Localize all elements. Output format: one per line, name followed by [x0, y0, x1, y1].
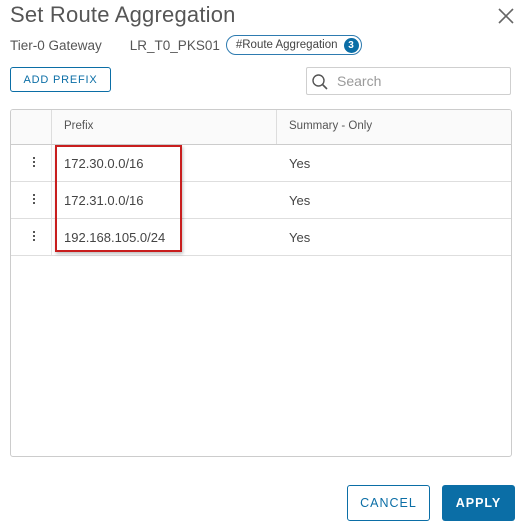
tag-label: #Route Aggregation: [235, 39, 338, 51]
table-row[interactable]: 172.31.0.0/16 Yes: [11, 182, 511, 219]
table-header: Prefix Summary - Only: [11, 110, 511, 145]
close-icon[interactable]: [494, 4, 518, 28]
header-divider: [51, 110, 52, 144]
gateway-meta: Tier-0 Gateway LR_T0_PKS01 #Route Aggreg…: [10, 35, 362, 55]
prefix-cell: 192.168.105.0/24: [64, 230, 166, 245]
route-aggregation-tag[interactable]: #Route Aggregation 3: [225, 35, 362, 55]
gateway-name: LR_T0_PKS01: [129, 37, 220, 53]
column-header-prefix[interactable]: Prefix: [64, 120, 93, 132]
header-divider: [276, 110, 277, 144]
column-header-summary-only[interactable]: Summary - Only: [289, 120, 372, 132]
table-row[interactable]: 172.30.0.0/16 Yes: [11, 145, 511, 182]
summary-only-cell: Yes: [289, 156, 311, 171]
prefix-table: Prefix Summary - Only 172.30.0.0/16 Yes …: [10, 109, 512, 457]
summary-only-cell: Yes: [289, 230, 311, 245]
summary-only-cell: Yes: [289, 193, 311, 208]
vertical-ellipsis-icon[interactable]: [31, 192, 37, 208]
search-icon: [311, 72, 329, 90]
vertical-ellipsis-icon[interactable]: [31, 155, 37, 171]
vertical-ellipsis-icon[interactable]: [31, 229, 37, 245]
apply-button[interactable]: APPLY: [442, 485, 515, 521]
row-divider: [51, 219, 52, 255]
prefix-cell: 172.30.0.0/16: [64, 156, 144, 171]
row-divider: [51, 145, 52, 181]
row-divider: [51, 182, 52, 218]
gateway-label: Tier-0 Gateway: [10, 37, 102, 53]
add-prefix-button[interactable]: ADD PREFIX: [10, 67, 111, 92]
dialog-title: Set Route Aggregation: [10, 2, 236, 27]
prefix-cell: 172.31.0.0/16: [64, 193, 144, 208]
tag-count-badge: 3: [343, 37, 359, 53]
cancel-button[interactable]: CANCEL: [347, 485, 430, 521]
search-input[interactable]: [335, 72, 509, 90]
search-box[interactable]: [306, 67, 511, 95]
table-row[interactable]: 192.168.105.0/24 Yes: [11, 219, 511, 256]
